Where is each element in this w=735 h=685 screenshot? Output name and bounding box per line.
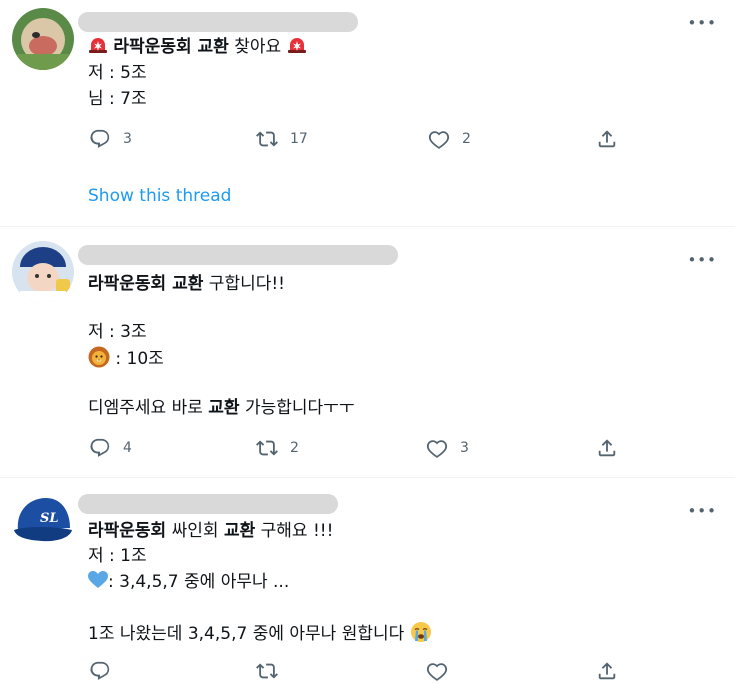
share-icon xyxy=(596,437,618,459)
username-redacted xyxy=(78,12,358,32)
more-icon[interactable]: ••• xyxy=(687,504,717,519)
more-icon[interactable]: ••• xyxy=(687,253,717,268)
samsung-lions-cap-avatar[interactable]: SL xyxy=(12,492,74,554)
tweet-text-line-4: 1조 나왔는데 3,4,5,7 중에 아무나 원합니다 xyxy=(88,621,432,645)
avatar-image xyxy=(12,8,74,70)
tweet-text-line-2: 저 : 1조 xyxy=(88,546,147,566)
reply-icon xyxy=(89,660,111,682)
retweet-count: 2 xyxy=(290,440,299,456)
siren-emoji-icon xyxy=(287,36,307,54)
avatar-image xyxy=(12,241,74,303)
siren-emoji-icon xyxy=(88,36,108,54)
tweet-text-line-2: 저 : 5조 xyxy=(88,63,147,83)
retweet-icon xyxy=(256,660,278,682)
more-icon[interactable]: ••• xyxy=(687,16,717,31)
username-redacted xyxy=(78,245,398,265)
reply-button[interactable] xyxy=(89,660,111,682)
heart-icon xyxy=(426,660,448,682)
tweet-2[interactable]: ••• 라팍운동회 교환 구합니다!! 저 : 3조 : 10조 디엠주세요 바… xyxy=(0,227,735,477)
like-count: 2 xyxy=(462,131,471,147)
reply-count: 4 xyxy=(123,440,132,456)
reply-icon xyxy=(89,128,111,150)
share-button[interactable] xyxy=(596,437,618,459)
username-redacted xyxy=(78,494,338,514)
share-icon xyxy=(596,128,618,150)
tweet-text-line-3: : 3,4,5,7 중에 아무나 ... xyxy=(88,571,289,593)
reply-count: 3 xyxy=(123,131,132,147)
like-button[interactable]: 2 xyxy=(428,128,471,150)
retweet-count: 17 xyxy=(290,131,308,147)
tweet-text-line-1: 라팍운동회 싸인회 교환 구해요 !!! xyxy=(88,521,334,541)
baseball-cap-icon: SL xyxy=(14,498,72,542)
tweet-1[interactable]: ••• 라팍운동회 교환 찾아요 저 : 5조 님 : 7조 3 17 2 Sh… xyxy=(0,0,735,226)
svg-text:SL: SL xyxy=(40,511,59,526)
blue-heart-emoji-icon xyxy=(88,571,108,588)
tweet-text-line-3: 님 : 7조 xyxy=(88,89,147,109)
share-icon xyxy=(596,660,618,682)
like-count: 3 xyxy=(460,440,469,456)
user-avatar-1[interactable] xyxy=(12,8,74,70)
lion-emoji-icon xyxy=(88,346,110,368)
retweet-button[interactable]: 17 xyxy=(256,128,308,150)
reply-button[interactable]: 3 xyxy=(89,128,132,150)
share-button[interactable] xyxy=(596,660,618,682)
tweet-text-line-3: : 10조 xyxy=(88,346,164,370)
heart-icon xyxy=(426,437,448,459)
tweet-text-line-1: 라팍운동회 교환 찾아요 xyxy=(88,36,307,58)
reply-icon xyxy=(89,437,111,459)
retweet-icon xyxy=(256,437,278,459)
tweet-3[interactable]: SL ••• 라팍운동회 싸인회 교환 구해요 !!! 저 : 1조 : 3,4… xyxy=(0,478,735,685)
retweet-button[interactable] xyxy=(256,660,278,682)
tweet-text-line-2: 저 : 3조 xyxy=(88,322,147,342)
heart-icon xyxy=(428,128,450,150)
share-button[interactable] xyxy=(596,128,618,150)
crying-face-emoji-icon xyxy=(410,622,431,642)
like-button[interactable]: 3 xyxy=(426,437,469,459)
retweet-icon xyxy=(256,128,278,150)
like-button[interactable] xyxy=(426,660,448,682)
retweet-button[interactable]: 2 xyxy=(256,437,299,459)
tweet-text-line-4: 디엠주세요 바로 교환 가능합니다ㅜㅜ xyxy=(88,398,355,418)
tweet-text-line-1: 라팍운동회 교환 구합니다!! xyxy=(88,274,285,294)
user-avatar-2[interactable] xyxy=(12,241,74,303)
show-thread-link[interactable]: Show this thread xyxy=(88,186,231,206)
reply-button[interactable]: 4 xyxy=(89,437,132,459)
